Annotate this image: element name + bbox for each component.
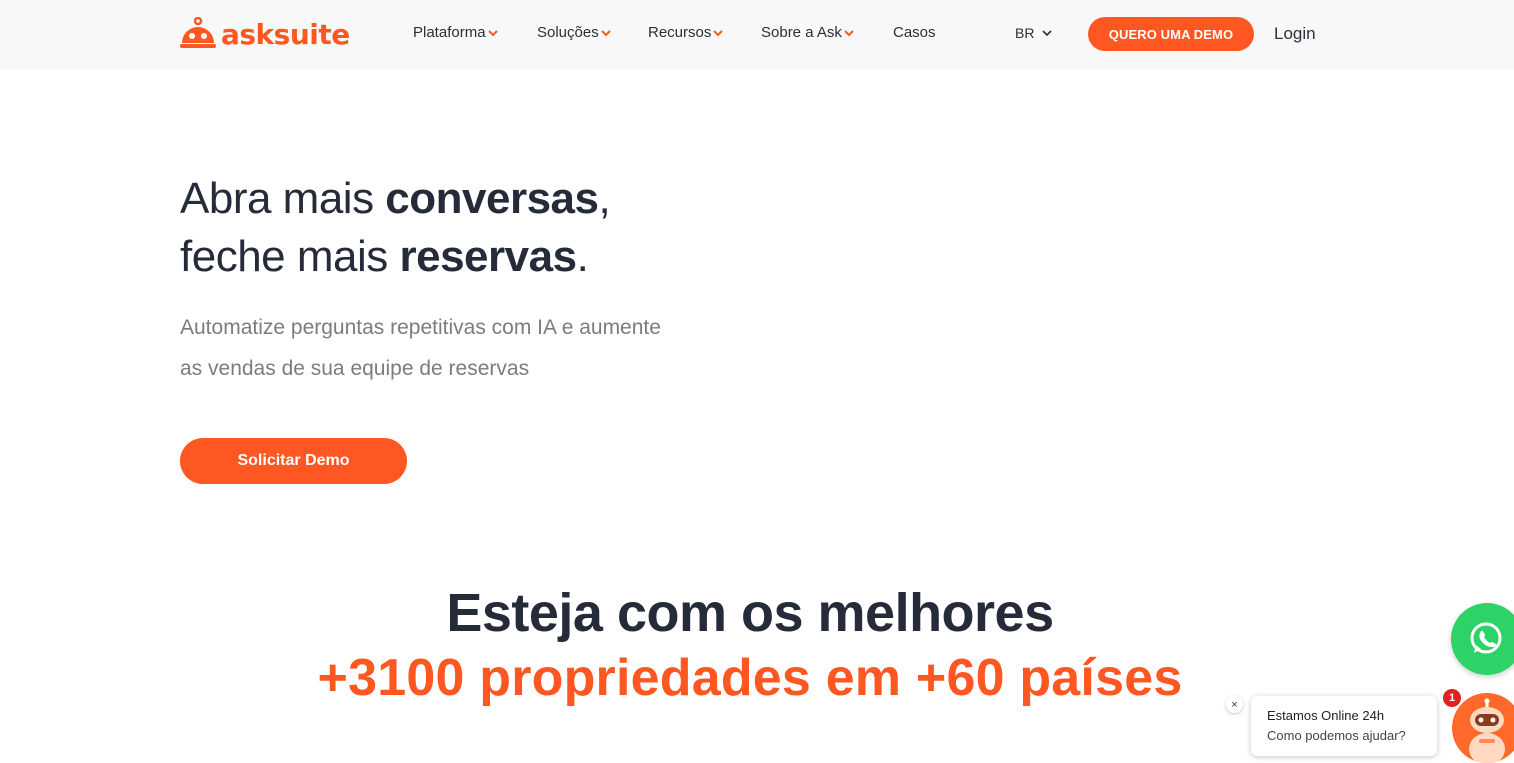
chat-greeting-bubble[interactable]: Estamos Online 24h Como podemos ajudar?: [1251, 696, 1437, 756]
hero-title-line2-bold: reservas: [399, 232, 577, 281]
hero-title-line1-bold: conversas: [385, 174, 599, 223]
chat-close-button[interactable]: ×: [1226, 696, 1243, 713]
nav-item-casos[interactable]: Casos: [893, 24, 936, 41]
chevron-down-icon: [713, 29, 724, 36]
nav-label: Casos: [893, 24, 936, 41]
nav-item-recursos[interactable]: Recursos: [648, 24, 724, 41]
nav-label: Recursos: [648, 24, 712, 41]
chatbot-launcher[interactable]: [1452, 693, 1514, 763]
whatsapp-button[interactable]: [1451, 603, 1514, 675]
chevron-down-icon: [487, 29, 498, 36]
chevron-down-icon: [1042, 30, 1053, 37]
nav-item-plataforma[interactable]: Plataforma: [413, 24, 498, 41]
notification-badge: 1: [1443, 689, 1461, 707]
nav-label: Sobre a Ask: [761, 24, 842, 41]
robot-avatar-icon: [1469, 698, 1505, 763]
hero-title-line2-end: .: [576, 232, 589, 281]
logo-text: asksuite: [221, 17, 350, 51]
chat-greeting-line1: Estamos Online 24h: [1267, 708, 1385, 723]
nav-item-sobre[interactable]: Sobre a Ask: [761, 24, 854, 41]
hero-subtitle: Automatize perguntas repetitivas com IA …: [180, 307, 760, 389]
nav-item-solucoes[interactable]: Soluções: [537, 24, 611, 41]
chevron-down-icon: [601, 29, 611, 36]
hero-title-line1-end: ,: [598, 174, 611, 223]
site-header: asksuite Plataforma Soluções Recursos So…: [0, 0, 1514, 70]
hero-subtitle-line1: Automatize perguntas repetitivas com IA …: [180, 316, 661, 339]
solicitar-demo-button[interactable]: Solicitar Demo: [180, 438, 407, 484]
login-link[interactable]: Login: [1274, 24, 1316, 44]
hero-subtitle-line2: as vendas de sua equipe de reservas: [180, 357, 530, 380]
logo[interactable]: asksuite: [179, 14, 350, 54]
nav-label: Soluções: [537, 24, 599, 41]
hero-title-line2-normal: feche mais: [180, 232, 400, 281]
hero-title-line1-normal: Abra mais: [180, 174, 386, 223]
language-label: BR: [1015, 25, 1035, 41]
chevron-down-icon: [844, 29, 854, 36]
request-demo-button[interactable]: QUERO UMA DEMO: [1088, 17, 1254, 51]
chat-greeting-line2: Como podemos ajudar?: [1267, 728, 1406, 743]
whatsapp-icon: [1470, 622, 1502, 654]
nav-label: Plataforma: [413, 24, 486, 41]
section-title: Esteja com os melhores: [446, 583, 1054, 643]
language-selector[interactable]: BR: [1015, 25, 1053, 41]
bell-robot-icon: [180, 17, 216, 48]
hero-title: Abra mais conversas, feche mais reservas…: [180, 170, 611, 286]
